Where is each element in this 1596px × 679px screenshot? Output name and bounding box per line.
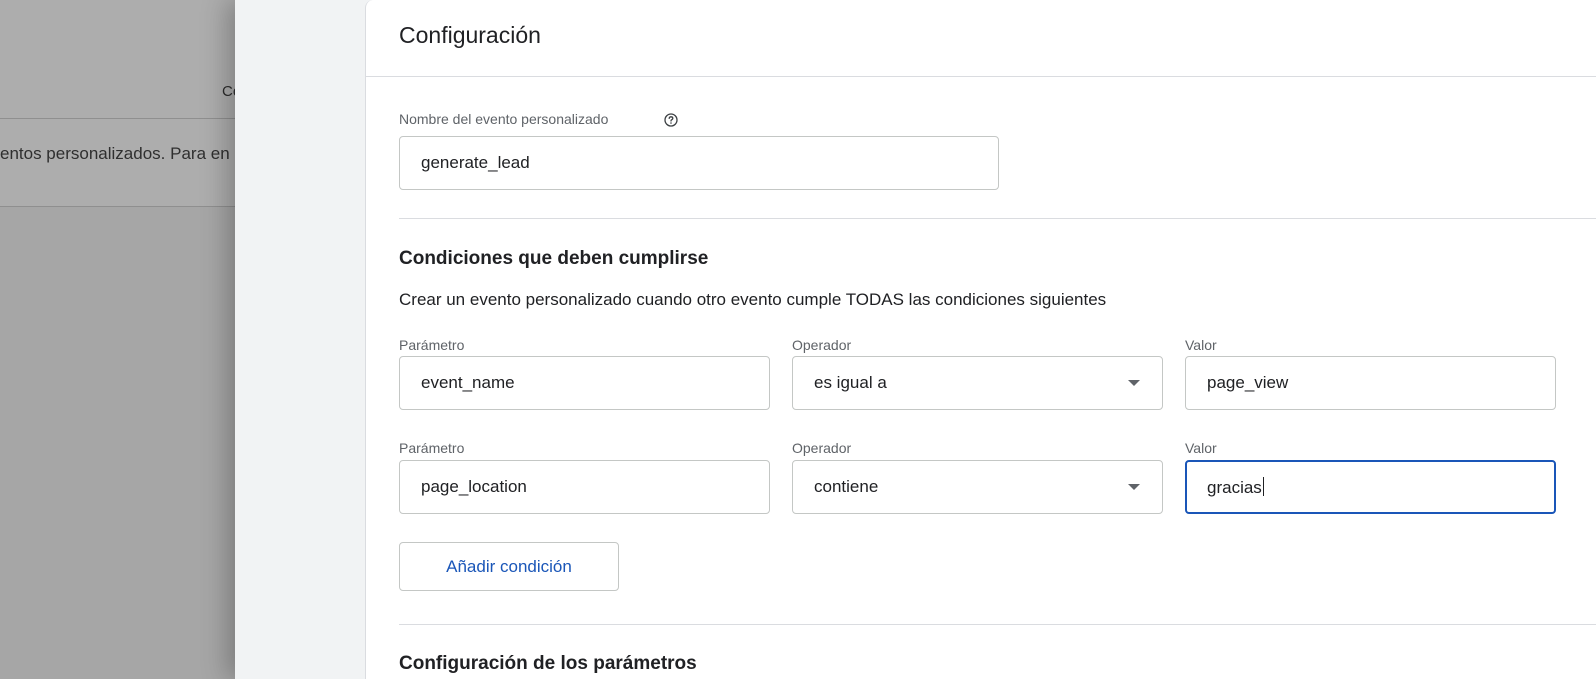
add-condition-button[interactable]: Añadir condición: [399, 542, 619, 591]
operator-value: contiene: [814, 477, 879, 496]
parameter-label: Parámetro: [399, 337, 465, 353]
background-page: Co entos personalizados. Para en: [0, 0, 235, 679]
screen: Co entos personalizados. Para en Configu…: [0, 0, 1596, 679]
parameter-value: page_location: [421, 477, 527, 496]
parameter-input[interactable]: page_location: [399, 460, 770, 514]
page-title: Configuración: [399, 22, 541, 48]
parameter-label: Parámetro: [399, 440, 465, 456]
event-name-value: generate_lead: [421, 153, 530, 172]
title-divider: [366, 76, 1596, 77]
background-divider: [0, 206, 235, 207]
value-label: Valor: [1185, 440, 1217, 456]
value-label: Valor: [1185, 337, 1217, 353]
value-input-focused[interactable]: gracias: [1185, 460, 1556, 514]
chevron-down-icon: [1128, 484, 1140, 490]
chevron-down-icon: [1128, 380, 1140, 386]
operator-select[interactable]: contiene: [792, 460, 1163, 514]
conditions-description: Crear un evento personalizado cuando otr…: [399, 290, 1107, 309]
operator-value: es igual a: [814, 373, 887, 392]
help-circle-icon[interactable]: [664, 113, 678, 127]
background-body-text: entos personalizados. Para en: [0, 144, 230, 163]
section-divider: [399, 624, 1596, 625]
background-header: [0, 0, 235, 207]
background-divider: [0, 118, 235, 119]
parameters-heading: Configuración de los parámetros: [399, 653, 697, 674]
section-divider: [399, 218, 1596, 219]
event-name-label: Nombre del evento personalizado: [399, 111, 609, 127]
parameter-input[interactable]: event_name: [399, 356, 770, 410]
operator-label: Operador: [792, 337, 852, 353]
value-value: gracias: [1207, 477, 1264, 497]
operator-select[interactable]: es igual a: [792, 356, 1163, 410]
background-tab: Co: [222, 83, 235, 100]
config-drawer: Configuración Nombre del evento personal…: [235, 0, 1596, 679]
parameter-value: event_name: [421, 373, 515, 392]
conditions-heading: Condiciones que deben cumplirse: [399, 248, 709, 269]
event-name-input[interactable]: generate_lead: [399, 136, 999, 190]
value-value: page_view: [1207, 373, 1289, 392]
value-input[interactable]: page_view: [1185, 356, 1556, 410]
config-card: Configuración Nombre del evento personal…: [365, 0, 1596, 679]
operator-label: Operador: [792, 440, 852, 456]
text-caret: [1262, 477, 1264, 496]
